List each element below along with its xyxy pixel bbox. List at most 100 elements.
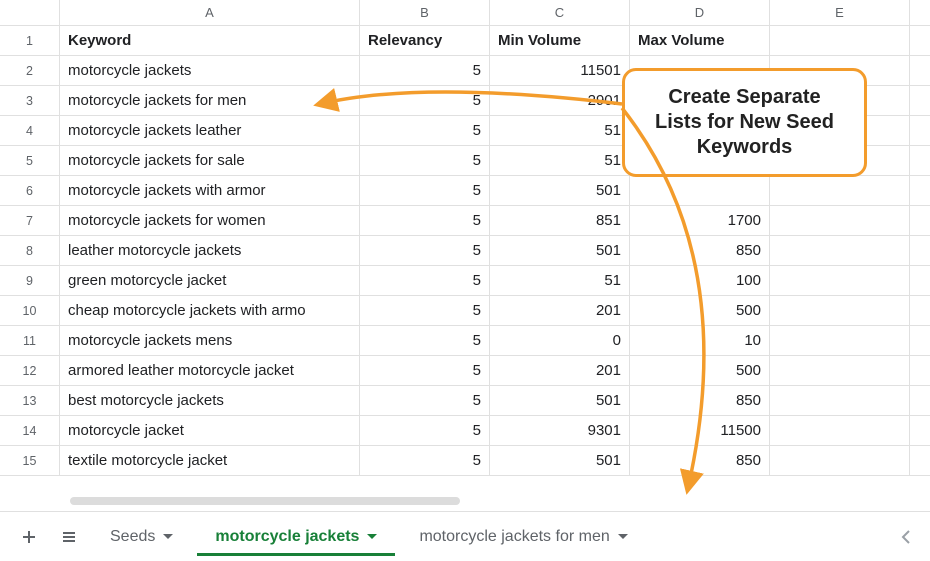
all-sheets-button[interactable] [52, 520, 86, 554]
cell-min[interactable]: 851 [490, 206, 630, 235]
cell-keyword[interactable]: motorcycle jackets for men [60, 86, 360, 115]
header-empty[interactable] [770, 26, 910, 55]
cell-empty[interactable] [770, 386, 910, 415]
cell-keyword[interactable]: motorcycle jackets leather [60, 116, 360, 145]
row-number[interactable]: 8 [0, 236, 60, 265]
header-min-volume[interactable]: Min Volume [490, 26, 630, 55]
cell-min[interactable]: 9301 [490, 416, 630, 445]
cell-relevancy[interactable]: 5 [360, 326, 490, 355]
col-header-A[interactable]: A [60, 0, 360, 25]
cell-min[interactable]: 0 [490, 326, 630, 355]
cell-empty[interactable] [770, 356, 910, 385]
cell-relevancy[interactable]: 5 [360, 176, 490, 205]
cell-min[interactable]: 11501 [490, 56, 630, 85]
cell-relevancy[interactable]: 5 [360, 236, 490, 265]
row-number[interactable]: 2 [0, 56, 60, 85]
cell-keyword[interactable]: motorcycle jacket [60, 416, 360, 445]
cell-keyword[interactable]: cheap motorcycle jackets with armo [60, 296, 360, 325]
col-header-E[interactable]: E [770, 0, 910, 25]
row-number[interactable]: 12 [0, 356, 60, 385]
row-number[interactable]: 3 [0, 86, 60, 115]
col-header-B[interactable]: B [360, 0, 490, 25]
cell-keyword[interactable]: armored leather motorcycle jacket [60, 356, 360, 385]
col-header-D[interactable]: D [630, 0, 770, 25]
cell-min[interactable]: 501 [490, 386, 630, 415]
table-row: 11 motorcycle jackets mens 5 0 10 [0, 326, 930, 356]
cell-keyword[interactable]: textile motorcycle jacket [60, 446, 360, 475]
cell-max[interactable]: 500 [630, 296, 770, 325]
row-number[interactable]: 9 [0, 266, 60, 295]
select-all-corner[interactable] [0, 0, 60, 25]
cell-min[interactable]: 51 [490, 266, 630, 295]
cell-keyword[interactable]: green motorcycle jacket [60, 266, 360, 295]
cell-relevancy[interactable]: 5 [360, 416, 490, 445]
cell-keyword[interactable]: motorcycle jackets [60, 56, 360, 85]
cell-empty[interactable] [770, 236, 910, 265]
row-number[interactable]: 15 [0, 446, 60, 475]
cell-keyword[interactable]: best motorcycle jackets [60, 386, 360, 415]
cell-relevancy[interactable]: 5 [360, 296, 490, 325]
cell-min[interactable]: 201 [490, 356, 630, 385]
cell-min[interactable]: 51 [490, 146, 630, 175]
cell-relevancy[interactable]: 5 [360, 146, 490, 175]
cell-relevancy[interactable]: 5 [360, 86, 490, 115]
cell-empty[interactable] [770, 416, 910, 445]
row-number[interactable]: 13 [0, 386, 60, 415]
row-number[interactable]: 4 [0, 116, 60, 145]
header-keyword[interactable]: Keyword [60, 26, 360, 55]
cell-min[interactable]: 51 [490, 116, 630, 145]
cell-empty[interactable] [770, 326, 910, 355]
cell-max[interactable]: 850 [630, 236, 770, 265]
table-row: 10 cheap motorcycle jackets with armo 5 … [0, 296, 930, 326]
sheet-tab-motorcycle-jackets[interactable]: motorcycle jackets [197, 518, 395, 556]
cell-empty[interactable] [770, 266, 910, 295]
header-max-volume[interactable]: Max Volume [630, 26, 770, 55]
row-number[interactable]: 14 [0, 416, 60, 445]
cell-max[interactable]: 100 [630, 266, 770, 295]
cell-relevancy[interactable]: 5 [360, 116, 490, 145]
cell-relevancy[interactable]: 5 [360, 386, 490, 415]
cell-empty[interactable] [770, 206, 910, 235]
cell-min[interactable]: 501 [490, 236, 630, 265]
row-number[interactable]: 7 [0, 206, 60, 235]
cell-relevancy[interactable]: 5 [360, 266, 490, 295]
row-number[interactable]: 10 [0, 296, 60, 325]
add-sheet-button[interactable] [12, 520, 46, 554]
cell-relevancy[interactable]: 5 [360, 206, 490, 235]
row-number[interactable]: 6 [0, 176, 60, 205]
cell-empty[interactable] [770, 446, 910, 475]
sheet-tab-seeds[interactable]: Seeds [92, 518, 191, 556]
row-number[interactable]: 5 [0, 146, 60, 175]
row-number[interactable]: 1 [0, 26, 60, 55]
cell-keyword[interactable]: motorcycle jackets for sale [60, 146, 360, 175]
cell-keyword[interactable]: leather motorcycle jackets [60, 236, 360, 265]
cell-empty[interactable] [770, 296, 910, 325]
cell-empty[interactable] [770, 176, 910, 205]
cell-min[interactable]: 2901 [490, 86, 630, 115]
column-headers: A B C D E [0, 0, 930, 26]
cell-min[interactable]: 501 [490, 446, 630, 475]
horizontal-scrollbar[interactable] [70, 497, 460, 505]
cell-max[interactable] [630, 176, 770, 205]
table-row: 7 motorcycle jackets for women 5 851 170… [0, 206, 930, 236]
cell-relevancy[interactable]: 5 [360, 356, 490, 385]
tab-scroll-left[interactable] [894, 525, 918, 549]
cell-keyword[interactable]: motorcycle jackets mens [60, 326, 360, 355]
cell-max[interactable]: 500 [630, 356, 770, 385]
cell-max[interactable]: 11500 [630, 416, 770, 445]
cell-max[interactable]: 850 [630, 446, 770, 475]
cell-max[interactable]: 850 [630, 386, 770, 415]
row-number[interactable]: 11 [0, 326, 60, 355]
cell-keyword[interactable]: motorcycle jackets for women [60, 206, 360, 235]
cell-min[interactable]: 501 [490, 176, 630, 205]
sheet-tab-motorcycle-jackets-for-men[interactable]: motorcycle jackets for men [401, 518, 645, 556]
cell-relevancy[interactable]: 5 [360, 56, 490, 85]
table-row: 8 leather motorcycle jackets 5 501 850 [0, 236, 930, 266]
col-header-C[interactable]: C [490, 0, 630, 25]
cell-relevancy[interactable]: 5 [360, 446, 490, 475]
cell-keyword[interactable]: motorcycle jackets with armor [60, 176, 360, 205]
header-relevancy[interactable]: Relevancy [360, 26, 490, 55]
cell-max[interactable]: 1700 [630, 206, 770, 235]
cell-min[interactable]: 201 [490, 296, 630, 325]
cell-max[interactable]: 10 [630, 326, 770, 355]
